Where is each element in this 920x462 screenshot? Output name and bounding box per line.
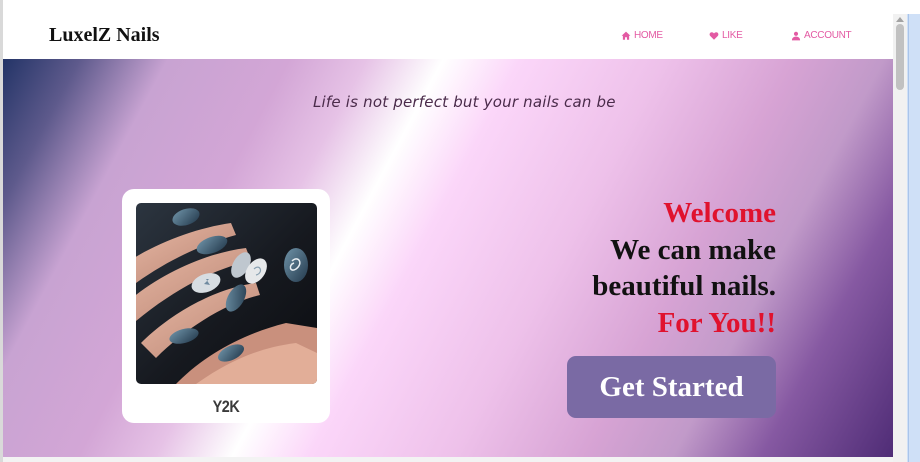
heart-icon [709,31,719,40]
hero-section: Life is not perfect but your nails can b… [3,59,893,457]
nav-home-link[interactable]: HOME [621,30,663,41]
top-navbar: LuxelZ Nails HOME LIKE ACCOUNT [3,14,893,59]
hero-headline: Welcome We can make beautiful nails. For… [592,195,776,341]
hero-tagline: Life is not perfect but your nails can b… [313,93,616,111]
headline-welcome: Welcome [663,197,776,229]
adjacent-window-border [908,14,909,462]
nail-art-photo [136,203,317,384]
headline-line3: beautiful nails. [592,270,776,302]
page-bottom-edge [3,457,893,462]
headline-line2: We can make [610,233,776,266]
headline-for-you: For You!! [657,306,776,339]
nav-account-link[interactable]: ACCOUNT [791,30,852,41]
home-icon [621,31,631,40]
brand-logo[interactable]: LuxelZ Nails [49,24,160,47]
scroll-up-arrow-icon[interactable] [896,17,904,22]
user-icon [791,31,801,40]
nav-home-label: HOME [634,30,663,41]
nav-like-label: LIKE [722,30,743,41]
get-started-button[interactable]: Get Started [567,356,776,418]
nav-like-link[interactable]: LIKE [709,30,743,41]
nav-account-label: ACCOUNT [804,30,852,41]
vertical-scrollbar[interactable] [893,14,907,462]
scroll-thumb[interactable] [896,24,904,90]
nail-style-card[interactable]: Y2K [122,189,330,423]
card-style-label: Y2K [212,397,240,416]
